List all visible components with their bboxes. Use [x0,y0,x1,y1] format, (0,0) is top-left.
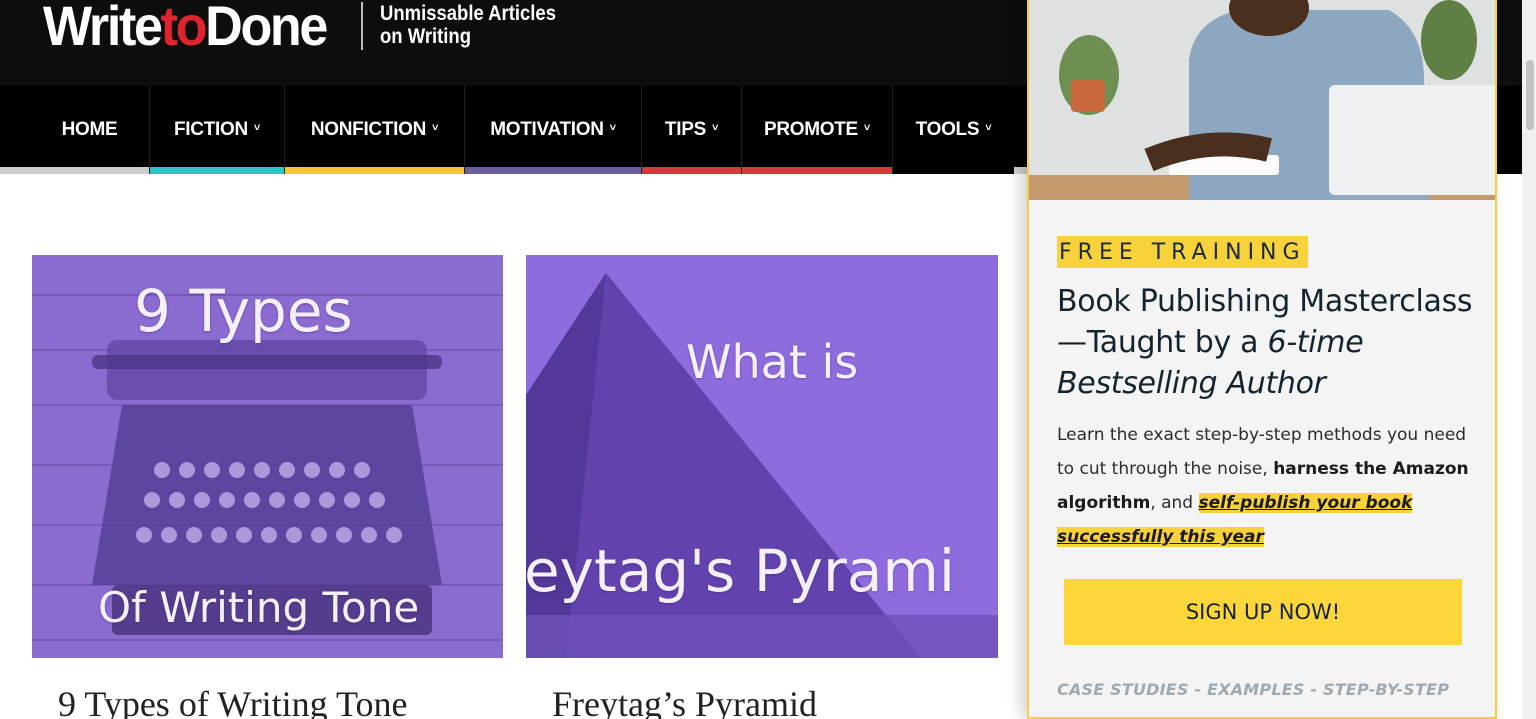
thumbnail-caption-bottom: eytag's Pyrami [526,537,956,605]
chevron-down-icon: ˅ [432,122,439,134]
article-thumbnail-writing-tone[interactable]: 9 Types Of Writing Tone [32,255,503,658]
article-thumbnail-freytag[interactable]: What is eytag's Pyrami [526,255,998,658]
chevron-down-icon: ˅ [863,122,871,134]
popup-description: Learn the exact step-by-step methods you… [1057,425,1469,547]
chevron-down-icon: ˅ [609,122,616,134]
logo-divider [361,2,363,50]
sign-up-button[interactable]: SIGN UP NOW! [1064,579,1462,645]
site-logo[interactable]: WritetoDone [43,0,328,58]
nav-item-motivation[interactable]: MOTIVATION ˅ [464,86,641,174]
site-tagline: Unmissable Articles on Writing [380,2,556,48]
nav-underline [30,167,149,174]
nav-item-tools[interactable]: TOOLS ˅ [892,86,1014,174]
nav-item-promote[interactable]: PROMOTE ˅ [741,86,892,174]
author-photo [1029,0,1495,200]
nav-item-tips[interactable]: TIPS ˅ [641,86,741,174]
nav-item-fiction[interactable]: FICTION ˅ [149,86,284,174]
scrollbar-thumb[interactable] [1526,60,1534,130]
nav-item-home[interactable]: HOME [30,86,149,174]
nav-underline [285,167,464,174]
thumbnail-caption-top: What is [686,335,859,389]
article-title[interactable]: Freytag’s Pyramid [552,683,817,719]
nav-underline [150,167,284,174]
chevron-down-icon: ˅ [253,122,261,134]
popup-headline: Book Publishing Masterclass—Taught by a … [1057,284,1473,401]
thumbnail-caption-top: 9 Types [134,277,353,345]
training-popup: FREE TRAINING Book Publishing Masterclas… [1027,0,1497,719]
thumbnail-caption-bottom: Of Writing Tone [98,583,420,632]
nav-underline [742,167,892,174]
chevron-down-icon: ˅ [711,122,719,134]
chevron-down-icon: ˅ [985,122,992,134]
popup-footer-note: CASE STUDIES - EXAMPLES - STEP-BY-STEP [1057,680,1450,699]
article-title[interactable]: 9 Types of Writing Tone [58,683,408,719]
nav-item-nonfiction[interactable]: NONFICTION ˅ [284,86,464,174]
nav-underline [642,167,741,174]
man-writing-photo [1029,0,1495,200]
nav-underline [465,167,641,174]
popup-kicker: FREE TRAINING [1057,236,1308,268]
